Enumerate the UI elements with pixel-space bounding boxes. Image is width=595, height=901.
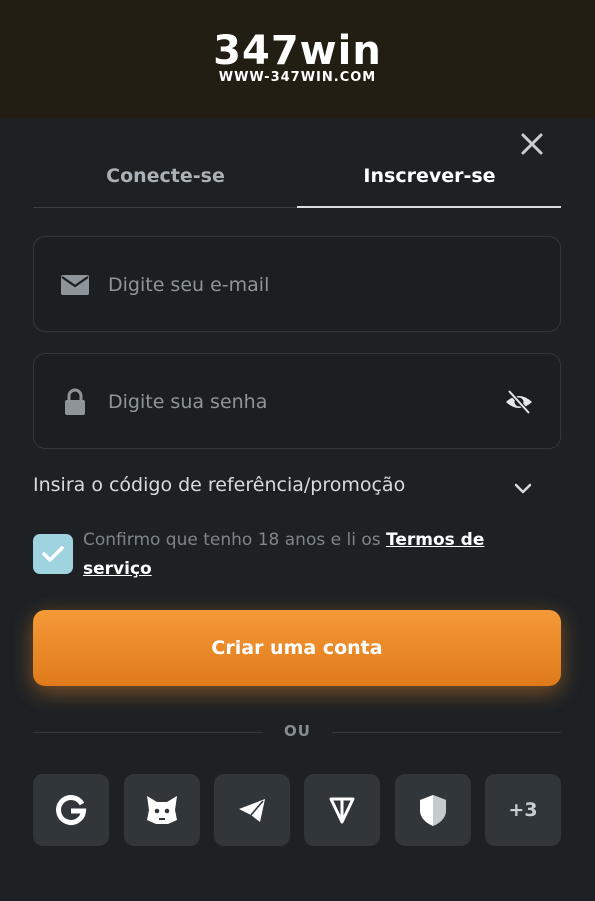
divider-text: OU: [284, 722, 311, 740]
shield-login-button[interactable]: [395, 774, 471, 846]
password-field-container: [33, 353, 561, 449]
google-icon: [56, 795, 87, 825]
ton-icon: [329, 797, 355, 824]
checkmark-icon: [42, 546, 64, 562]
active-tab-indicator: [297, 206, 561, 208]
terms-label: Confirmo que tenho 18 anos e li os: [83, 530, 386, 550]
site-header: 347win WWW-347WIN.COM: [0, 0, 595, 118]
metamask-icon: [147, 796, 177, 824]
google-login-button[interactable]: [33, 774, 109, 846]
email-input[interactable]: [108, 261, 488, 309]
chevron-down-icon: [514, 483, 532, 494]
email-field-container: [33, 236, 561, 332]
shield-icon: [420, 795, 446, 826]
close-icon: [521, 133, 543, 155]
password-input[interactable]: [108, 378, 488, 426]
create-account-button[interactable]: Criar uma conta: [33, 610, 561, 686]
logo-url: WWW-347WIN.COM: [218, 70, 377, 85]
more-logins-button[interactable]: +3: [485, 774, 561, 846]
ton-login-button[interactable]: [304, 774, 380, 846]
promo-code-toggle[interactable]: Insira o código de referência/promoção: [33, 472, 561, 504]
divider-left: [33, 732, 263, 733]
promo-code-label: Insira o código de referência/promoção: [33, 474, 406, 496]
close-button[interactable]: [518, 130, 546, 158]
terms-checkbox[interactable]: [33, 534, 73, 574]
telegram-login-button[interactable]: [214, 774, 290, 846]
tab-register[interactable]: Inscrever-se: [297, 160, 562, 208]
metamask-login-button[interactable]: [124, 774, 200, 846]
eye-off-icon[interactable]: [504, 388, 534, 416]
lock-icon: [65, 388, 85, 415]
telegram-icon: [239, 799, 265, 822]
terms-text: Confirmo que tenho 18 anos e li os Termo…: [83, 526, 553, 584]
envelope-icon: [61, 275, 89, 295]
divider-right: [332, 732, 561, 733]
tab-login[interactable]: Conecte-se: [33, 160, 298, 208]
logo[interactable]: 347win: [0, 28, 595, 74]
